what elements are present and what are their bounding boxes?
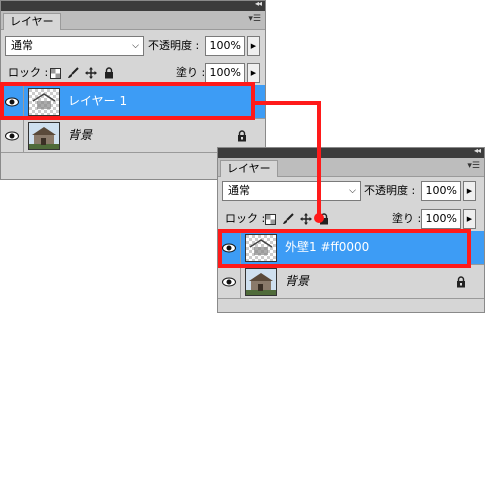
- layer-name[interactable]: 背景: [68, 119, 92, 152]
- padlock-icon[interactable]: [103, 67, 115, 79]
- move-lock-icon[interactable]: [300, 213, 312, 225]
- opacity-label: 不透明度 :: [364, 184, 416, 197]
- fill-input[interactable]: 100%: [205, 63, 245, 83]
- chevron-down-icon: ⌵: [349, 186, 356, 196]
- arrow-right-icon[interactable]: ▶: [247, 63, 260, 83]
- lock-label: ロック :: [225, 212, 266, 225]
- panel-tab-row: レイヤー ▾☰: [218, 158, 484, 177]
- opacity-input[interactable]: 100%: [421, 181, 461, 201]
- panel-tab-row: レイヤー ▾☰: [1, 11, 265, 30]
- eye-icon[interactable]: [4, 128, 20, 144]
- panel-titlebar: ◂◂: [1, 0, 265, 11]
- fill-label: 塗り :: [176, 66, 206, 79]
- opacity-label: 不透明度 :: [148, 39, 200, 52]
- arrow-right-icon[interactable]: ▶: [247, 36, 260, 56]
- layers-panel-bottom: ◂◂ レイヤー ▾☰ 通常 ⌵ 不透明度 : 100% ▶ ロック : 塗り:…: [217, 146, 485, 313]
- layer-row-background[interactable]: 背景: [218, 265, 484, 299]
- eye-icon[interactable]: [221, 274, 237, 290]
- fill-label: 塗り :: [392, 212, 422, 225]
- connector-dot: [314, 213, 324, 223]
- layer-row-layer1[interactable]: レイヤー 1: [1, 85, 265, 119]
- arrow-right-icon[interactable]: ▶: [463, 209, 476, 229]
- panel-menu-icon[interactable]: ▾☰: [467, 161, 480, 171]
- tab-layers[interactable]: レイヤー: [3, 13, 61, 30]
- panel-menu-icon[interactable]: ▾☰: [248, 14, 261, 24]
- collapse-icon[interactable]: ◂◂: [255, 0, 262, 8]
- brush-lock-icon[interactable]: [67, 67, 79, 79]
- layer-name[interactable]: 外壁1 #ff0000: [285, 231, 369, 264]
- connector-line-horizontal: [255, 101, 321, 105]
- transparency-lock-icon[interactable]: [49, 67, 61, 79]
- brush-lock-icon[interactable]: [282, 213, 294, 225]
- layer-thumbnail: [245, 268, 277, 296]
- opacity-input[interactable]: 100%: [205, 36, 245, 56]
- move-lock-icon[interactable]: [85, 67, 97, 79]
- layer-thumbnail: [28, 122, 60, 150]
- arrow-right-icon[interactable]: ▶: [463, 181, 476, 201]
- blend-mode-value: 通常: [11, 39, 33, 52]
- eye-icon[interactable]: [221, 240, 237, 256]
- panel-titlebar: ◂◂: [218, 146, 484, 158]
- blend-mode-select[interactable]: 通常 ⌵: [5, 36, 144, 56]
- blend-mode-select[interactable]: 通常 ⌵: [222, 181, 361, 201]
- layer-thumbnail: [28, 88, 60, 116]
- padlock-icon: [456, 276, 466, 288]
- chevron-down-icon: ⌵: [132, 41, 139, 51]
- tab-layers[interactable]: レイヤー: [220, 160, 278, 177]
- padlock-icon: [237, 130, 247, 142]
- fill-input[interactable]: 100%: [421, 209, 461, 229]
- connector-line-vertical: [317, 101, 321, 217]
- layer-thumbnail: [245, 234, 277, 262]
- blend-mode-value: 通常: [228, 184, 250, 197]
- transparency-lock-icon[interactable]: [264, 213, 276, 225]
- lock-label: ロック :: [8, 66, 49, 79]
- layer-name[interactable]: レイヤー 1: [68, 85, 127, 118]
- eye-icon[interactable]: [4, 94, 20, 110]
- layer-row-outer-wall[interactable]: 外壁1 #ff0000: [218, 231, 484, 265]
- collapse-icon[interactable]: ◂◂: [474, 146, 481, 155]
- layer-name[interactable]: 背景: [285, 265, 309, 298]
